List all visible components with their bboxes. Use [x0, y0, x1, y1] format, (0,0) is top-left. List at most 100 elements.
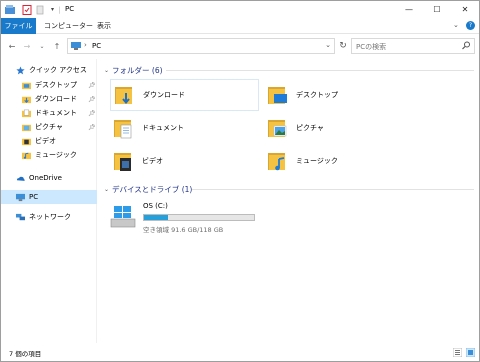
status-bar: 7 個の項目 [1, 343, 479, 361]
sidebar-item-label: ドキュメント [35, 109, 77, 117]
details-view-icon[interactable] [453, 348, 462, 357]
sidebar-item-label: クイック アクセス [29, 66, 87, 74]
sidebar-item-label: ダウンロード [35, 95, 77, 103]
folder-tile-videos[interactable]: ビデオ [110, 145, 259, 177]
sidebar-item-pc[interactable]: PC [1, 190, 97, 204]
tab-computer[interactable]: コンピューター [44, 18, 93, 34]
tab-view[interactable]: 表示 [97, 18, 111, 34]
search-input[interactable]: PCの検索 [356, 42, 386, 52]
properties-icon[interactable] [21, 4, 32, 15]
folder-tile-downloads[interactable]: ダウンロード [110, 79, 259, 111]
recent-locations-button[interactable]: ⌄ [36, 40, 48, 52]
sidebar-item-music[interactable]: ミュージック [22, 148, 77, 162]
folders-group-title: フォルダー (6) [112, 65, 163, 75]
drives-group-title: デバイスとドライブ (1) [112, 184, 193, 194]
window-title: PC [65, 5, 75, 13]
sidebar-item-documents[interactable]: ドキュメント [22, 106, 77, 120]
navigation-bar: ← → ⌄ ↑ › PC ⌄ ↻ PCの検索 [1, 34, 479, 58]
sidebar-item-quick-access[interactable]: クイック アクセス [16, 63, 87, 77]
breadcrumb-separator[interactable]: › [84, 41, 87, 49]
drive-free-space: 空き領域 91.6 GB/118 GB [143, 226, 224, 234]
address-dropdown-icon[interactable]: ⌄ [325, 41, 331, 49]
explorer-window: ▾ | PC — ☐ ✕ ファイル コンピューター 表示 ⌄ ? ← → ⌄ ↑… [0, 0, 480, 362]
large-icons-view-icon[interactable] [466, 348, 475, 357]
pin-icon[interactable]: 📌︎ [88, 82, 96, 89]
separator-icon: | [58, 5, 61, 14]
explorer-app-icon[interactable] [5, 4, 16, 15]
video-folder-icon [22, 138, 31, 145]
new-folder-icon[interactable] [34, 4, 45, 15]
folder-tile-desktop[interactable]: デスクトップ [264, 79, 413, 111]
help-icon[interactable]: ? [466, 21, 475, 30]
sidebar-item-desktop[interactable]: デスクトップ [22, 78, 77, 92]
content-pane: ⌄ フォルダー (6) ダウンロード デスクトップ ドキュメント ピクチャ ビデ… [98, 59, 479, 343]
music-folder-icon [22, 152, 31, 159]
sidebar-item-label: ネットワーク [29, 213, 71, 221]
item-count: 7 個の項目 [9, 350, 42, 358]
up-button[interactable]: ↑ [51, 40, 63, 52]
music-folder-icon [268, 153, 285, 171]
folders-group-header[interactable]: ⌄ フォルダー (6) [104, 64, 474, 76]
search-icon[interactable] [462, 41, 471, 50]
folder-label: ミュージック [296, 157, 338, 165]
ribbon-tabs: ファイル コンピューター 表示 ⌄ ? [1, 18, 479, 34]
chevron-down-icon[interactable]: ⌄ [104, 67, 109, 74]
sidebar-item-label: OneDrive [29, 174, 62, 182]
group-divider [166, 70, 474, 71]
drive-tile-c[interactable]: OS (C:) 空き領域 91.6 GB/118 GB [108, 202, 278, 238]
pin-icon[interactable]: 📌︎ [88, 110, 96, 117]
minimize-button[interactable]: — [395, 1, 423, 18]
search-box[interactable]: PCの検索 [351, 38, 475, 54]
sidebar-item-downloads[interactable]: ダウンロード [22, 92, 77, 106]
tab-file[interactable]: ファイル [1, 18, 36, 34]
pictures-folder-icon [268, 120, 287, 137]
star-icon [16, 65, 25, 74]
refresh-button[interactable]: ↻ [336, 38, 350, 54]
desktop-folder-icon [22, 82, 31, 89]
group-divider [192, 189, 474, 190]
download-folder-icon [22, 96, 31, 103]
desktop-folder-icon [268, 87, 287, 104]
breadcrumb-pc[interactable]: PC [92, 42, 101, 50]
download-folder-icon [115, 87, 132, 105]
pc-icon [71, 42, 81, 50]
expand-ribbon-icon[interactable]: ⌄ [453, 21, 459, 29]
navigation-pane: クイック アクセス デスクトップ 📌︎ ダウンロード 📌︎ ドキュメント 📌︎ … [1, 59, 97, 343]
sidebar-item-label: ビデオ [35, 137, 56, 145]
sidebar-item-network[interactable]: ネットワーク [16, 210, 71, 224]
back-button[interactable]: ← [6, 40, 18, 52]
pin-icon[interactable]: 📌︎ [88, 124, 96, 131]
folder-label: ドキュメント [142, 124, 184, 132]
folder-label: デスクトップ [296, 91, 338, 99]
drives-group-header[interactable]: ⌄ デバイスとドライブ (1) [104, 183, 474, 195]
title-bar: ▾ | PC — ☐ ✕ [1, 1, 479, 18]
sidebar-item-label: ピクチャ [35, 123, 63, 131]
sidebar-item-label: PC [29, 193, 39, 201]
folder-label: ダウンロード [143, 91, 185, 99]
sidebar-item-pictures[interactable]: ピクチャ [22, 120, 63, 134]
pc-icon [16, 193, 25, 201]
drive-label: OS (C:) [143, 202, 168, 210]
folder-label: ピクチャ [296, 124, 324, 132]
pin-icon[interactable]: 📌︎ [88, 96, 96, 103]
network-icon [16, 213, 25, 220]
sidebar-item-onedrive[interactable]: OneDrive [16, 171, 62, 185]
close-button[interactable]: ✕ [451, 1, 479, 18]
folder-tile-pictures[interactable]: ピクチャ [264, 112, 413, 144]
sidebar-item-videos[interactable]: ビデオ [22, 134, 56, 148]
drive-usage-fill [144, 215, 169, 220]
folder-label: ビデオ [142, 157, 163, 165]
folder-tile-documents[interactable]: ドキュメント [110, 112, 259, 144]
folder-tile-music[interactable]: ミュージック [264, 145, 413, 177]
documents-folder-icon [22, 109, 31, 117]
address-bar[interactable]: › PC ⌄ [67, 38, 335, 54]
video-folder-icon [114, 153, 131, 171]
windows-drive-icon [110, 206, 136, 228]
sidebar-item-label: ミュージック [35, 151, 77, 159]
pictures-folder-icon [22, 124, 31, 131]
forward-button[interactable]: → [21, 40, 33, 52]
sidebar-item-label: デスクトップ [35, 81, 77, 89]
onedrive-icon [16, 176, 25, 181]
maximize-button[interactable]: ☐ [423, 1, 451, 18]
chevron-down-icon[interactable]: ⌄ [104, 186, 109, 193]
